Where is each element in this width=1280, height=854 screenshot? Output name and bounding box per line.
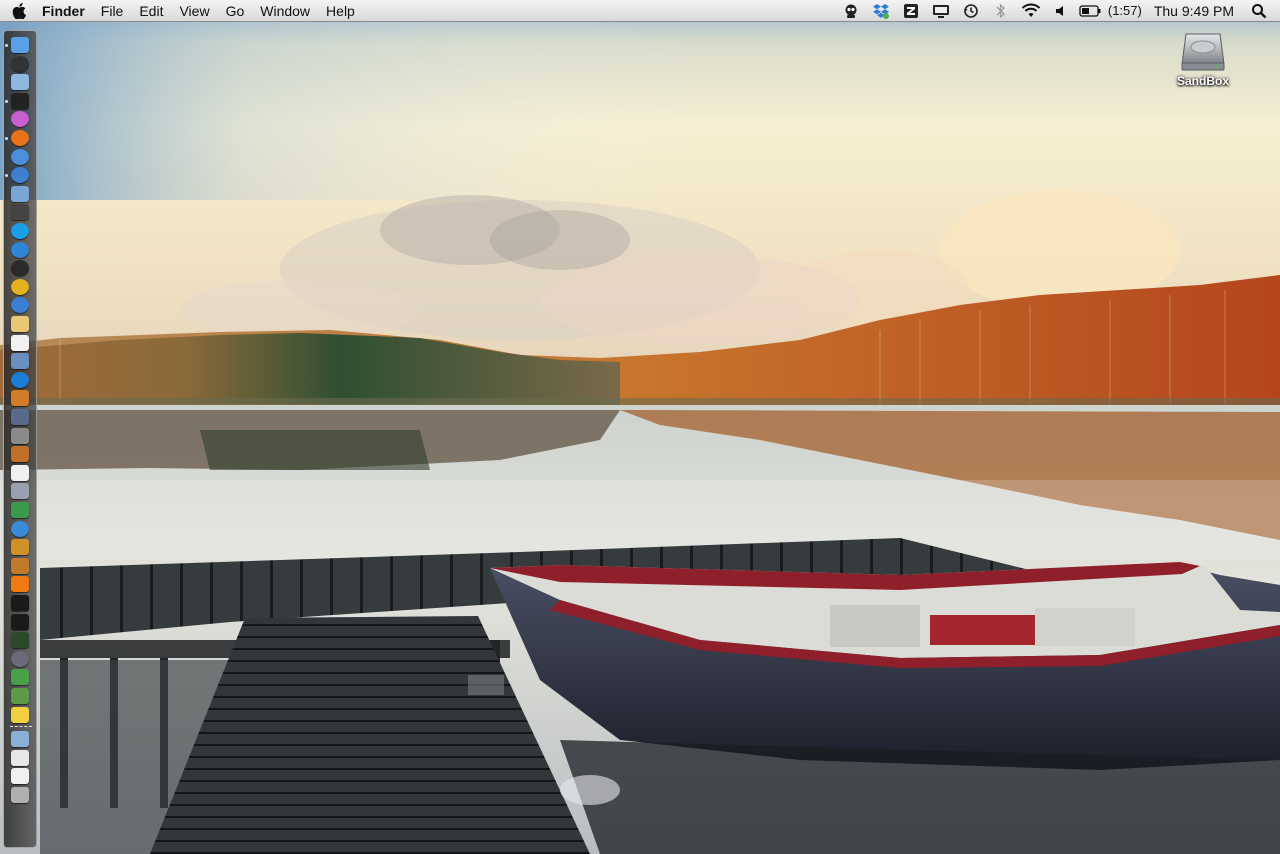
- menu-go[interactable]: Go: [218, 0, 253, 22]
- desktop-drive-sandbox[interactable]: SandBox: [1168, 30, 1238, 90]
- battery-icon[interactable]: [1076, 0, 1104, 22]
- battery-time[interactable]: (1:57): [1104, 3, 1146, 18]
- dock-photos-icon[interactable]: [11, 688, 29, 704]
- dock-iphoto-icon[interactable]: [11, 390, 29, 407]
- dock-stickies-icon[interactable]: [11, 706, 29, 723]
- dock-activity-monitor-icon[interactable]: [11, 632, 29, 649]
- desktop-wallpaper: [0, 0, 1280, 854]
- dock-preview-icon[interactable]: [11, 74, 29, 91]
- menu-bar: Finder File Edit View Go Window Help (1:…: [0, 0, 1280, 22]
- dock-notes-icon[interactable]: [11, 316, 29, 332]
- menu-app-name[interactable]: Finder: [38, 0, 93, 22]
- dock-safari-icon[interactable]: [11, 148, 29, 165]
- time-machine-icon[interactable]: [956, 0, 986, 22]
- dock-sequel-icon[interactable]: [11, 557, 29, 574]
- dock-running-indicator: [5, 174, 8, 178]
- apple-icon[interactable]: [0, 0, 38, 22]
- dock-screen-sharing-icon[interactable]: [11, 185, 29, 202]
- dock-running-indicator: [5, 137, 8, 140]
- dock-running-indicator: [5, 44, 8, 47]
- bluetooth-icon[interactable]: [986, 0, 1016, 22]
- dock-documents-icon[interactable]: [11, 749, 29, 766]
- dropbox-icon[interactable]: [866, 0, 896, 22]
- dock-guitar-icon[interactable]: [11, 539, 29, 556]
- dock-quicktime-icon[interactable]: [11, 595, 29, 611]
- dock-running-indicator: [5, 99, 8, 103]
- dock-skype-icon[interactable]: [11, 223, 29, 239]
- menu-clock[interactable]: Thu 9:49 PM: [1146, 3, 1244, 19]
- dock-finder-icon[interactable]: [11, 37, 29, 53]
- wifi-icon[interactable]: [1016, 0, 1046, 22]
- display-icon[interactable]: [926, 0, 956, 22]
- dock-xcode-icon[interactable]: [11, 167, 29, 184]
- volume-icon[interactable]: [1046, 0, 1076, 22]
- dock-downloads-icon[interactable]: [11, 768, 29, 785]
- dock-dashboard-icon[interactable]: [11, 55, 29, 72]
- dock-chrome-icon[interactable]: [11, 278, 29, 295]
- dock-app-dark-icon[interactable]: [11, 260, 29, 277]
- dock-mission-control-icon[interactable]: [11, 409, 29, 425]
- dock-textedit-icon[interactable]: [11, 464, 29, 481]
- dock-app-store-icon[interactable]: [11, 371, 29, 388]
- dock-image-capture-icon[interactable]: [11, 669, 29, 686]
- dock-photo-booth-icon[interactable]: [11, 204, 29, 221]
- dock-utility-blue-icon[interactable]: [11, 520, 29, 537]
- dock-script-editor-icon[interactable]: [11, 483, 29, 500]
- dock-app-black-icon[interactable]: [11, 92, 29, 109]
- dock-trash-icon[interactable]: [11, 787, 29, 803]
- dock-facetime-icon[interactable]: [11, 297, 29, 314]
- menu-help[interactable]: Help: [318, 0, 363, 22]
- dock-separator: [10, 726, 32, 728]
- dock-system-preferences-icon[interactable]: [11, 427, 29, 444]
- hard-drive-icon: [1180, 30, 1226, 72]
- dock-itunes-icon[interactable]: [11, 111, 29, 128]
- dock: [3, 30, 37, 848]
- menu-view[interactable]: View: [171, 0, 217, 22]
- dock-dropbox-icon[interactable]: [11, 241, 29, 258]
- spotlight-icon[interactable]: [1244, 0, 1274, 22]
- dock-vlc-icon[interactable]: [11, 576, 29, 593]
- menu-file[interactable]: File: [93, 0, 132, 22]
- dock-applications-folder-icon[interactable]: [11, 731, 29, 748]
- dock-cyberduck-icon[interactable]: [11, 446, 29, 463]
- drive-label: SandBox: [1176, 74, 1229, 88]
- dock-ical-icon[interactable]: [11, 334, 29, 351]
- menu-edit[interactable]: Edit: [131, 0, 171, 22]
- dock-firefox-icon[interactable]: [11, 130, 29, 146]
- status-area: (1:57) Thu 9:49 PM: [836, 0, 1280, 22]
- menu-extra-icon[interactable]: [836, 0, 866, 22]
- dock-osx-icon-icon[interactable]: [11, 650, 29, 667]
- dock-terminal-icon[interactable]: [11, 613, 29, 630]
- menu-window[interactable]: Window: [252, 0, 318, 22]
- dock-address-book-icon[interactable]: [11, 353, 29, 370]
- app-menu-icon[interactable]: [896, 0, 926, 22]
- dock-chart-app-icon[interactable]: [11, 502, 29, 518]
